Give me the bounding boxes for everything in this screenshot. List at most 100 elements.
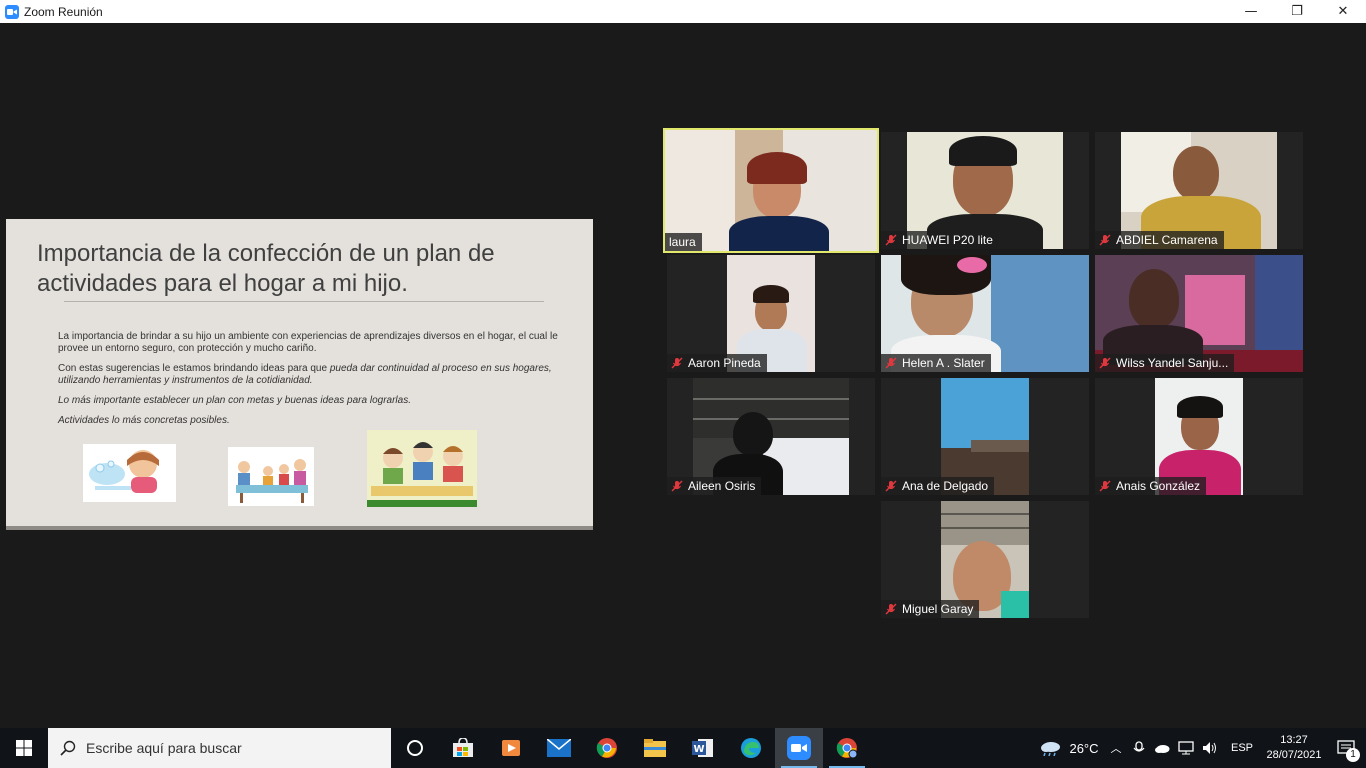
- chrome-icon: [596, 738, 617, 758]
- minimize-button[interactable]: —: [1228, 0, 1274, 23]
- taskbar-media-player[interactable]: [487, 728, 535, 768]
- store-icon: [453, 738, 473, 757]
- slide-text: Con estas sugerencias le estamos brindan…: [58, 363, 330, 374]
- language-label: ESP: [1230, 742, 1253, 754]
- participant-name: Helen A . Slater: [902, 356, 985, 370]
- participant-tile-abdiel[interactable]: ABDIEL Camarena: [1095, 132, 1303, 249]
- participant-tile-miguel[interactable]: Miguel Garay: [881, 501, 1089, 618]
- taskbar-clock[interactable]: 13:27 28/07/2021: [1262, 728, 1326, 768]
- mic-muted-icon: [671, 480, 683, 492]
- tray-onedrive-icon[interactable]: [1150, 728, 1174, 768]
- mic-muted-icon: [885, 357, 897, 369]
- mic-muted-icon: [885, 480, 897, 492]
- mic-muted-icon: [1099, 357, 1111, 369]
- zoom-icon: [787, 736, 811, 760]
- tray-network-icon[interactable]: [1174, 728, 1198, 768]
- file-explorer-icon: [644, 739, 666, 757]
- media-player-icon: [502, 740, 520, 756]
- action-center-button[interactable]: 1: [1326, 728, 1366, 768]
- zoom-app-icon: [5, 4, 19, 19]
- taskbar-edge[interactable]: [727, 728, 775, 768]
- participant-tile-laura[interactable]: laura: [663, 128, 879, 253]
- participant-tile-aileen[interactable]: Aileen Osiris: [667, 378, 875, 495]
- participant-name: Anais González: [1116, 479, 1201, 493]
- participant-name: Miguel Garay: [902, 602, 974, 616]
- tray-language[interactable]: ESP: [1222, 728, 1262, 768]
- weather-widget[interactable]: 26°C: [1034, 728, 1104, 768]
- slide-paragraph: Lo más importante establecer un plan con…: [58, 395, 558, 407]
- system-tray: 26°C ︿ ESP 13:27 28/07/2021 1: [1034, 728, 1366, 768]
- taskbar-file-explorer[interactable]: [631, 728, 679, 768]
- participant-tile-huawei[interactable]: HUAWEI P20 lite: [881, 132, 1089, 249]
- window-controls: — ❐ ✕: [1228, 0, 1366, 23]
- participant-name: Aileen Osiris: [688, 479, 756, 493]
- meeting-area: Importancia de la confección de un plan …: [0, 23, 1366, 728]
- taskbar-chrome[interactable]: [583, 728, 631, 768]
- slide-title: Importancia de la confección de un plan …: [37, 240, 495, 297]
- cortana-icon: [407, 740, 423, 756]
- svg-text:W: W: [693, 744, 704, 755]
- mic-muted-icon: [1099, 234, 1111, 246]
- participant-tile-anais[interactable]: Anais González: [1095, 378, 1303, 495]
- participant-name: laura: [669, 235, 696, 249]
- participant-tile-wilss[interactable]: Wilss Yandel Sanju...: [1095, 255, 1303, 372]
- tray-meeting-icon[interactable]: [1128, 728, 1150, 768]
- slide-illustration-kids-reading: [367, 430, 477, 507]
- clock-time: 13:27: [1280, 734, 1308, 746]
- slide-divider: [64, 301, 544, 302]
- word-icon: W: [692, 739, 713, 757]
- taskbar-word[interactable]: W: [679, 728, 727, 768]
- window-titlebar: Zoom Reunión — ❐ ✕: [0, 0, 1366, 23]
- mail-icon: [547, 739, 571, 757]
- participant-name: Wilss Yandel Sanju...: [1116, 356, 1229, 370]
- mic-muted-icon: [885, 603, 897, 615]
- onedrive-cloud-icon: [1155, 745, 1170, 753]
- volume-icon: [1203, 742, 1216, 754]
- close-button[interactable]: ✕: [1320, 0, 1366, 23]
- taskbar-store[interactable]: [439, 728, 487, 768]
- participant-nameplate: laura: [665, 233, 702, 251]
- taskbar-chrome-profile[interactable]: [823, 728, 871, 768]
- participant-tile-helen[interactable]: Helen A . Slater: [881, 255, 1089, 372]
- window-title: Zoom Reunión: [24, 4, 103, 19]
- cloud-rain-icon: [1041, 742, 1061, 756]
- participant-nameplate: HUAWEI P20 lite: [881, 231, 999, 249]
- participant-tile-ana[interactable]: Ana de Delgado: [881, 378, 1089, 495]
- windows-icon: [16, 740, 32, 756]
- mic-muted-icon: [885, 234, 897, 246]
- taskbar-zoom[interactable]: [775, 728, 823, 768]
- slide-text-italic: Lo más importante establecer un plan con…: [58, 395, 411, 406]
- slide-illustration-family-table: [228, 447, 314, 506]
- participant-nameplate: Helen A . Slater: [881, 354, 991, 372]
- slide-body: La importancia de brindar a su hijo un a…: [58, 331, 558, 435]
- participant-nameplate: Wilss Yandel Sanju...: [1095, 354, 1235, 372]
- camera-mic-icon: [1133, 741, 1145, 752]
- notification-badge: 1: [1346, 748, 1360, 762]
- participant-name: Ana de Delgado: [902, 479, 989, 493]
- network-icon: [1178, 741, 1194, 755]
- slide-illustration-handwashing: [83, 444, 176, 502]
- participant-nameplate: Ana de Delgado: [881, 477, 995, 495]
- tray-volume-icon[interactable]: [1198, 728, 1222, 768]
- clock-date: 28/07/2021: [1266, 749, 1322, 761]
- slide-paragraph: Actividades lo más concretas posibles.: [58, 415, 558, 427]
- participant-nameplate: Aileen Osiris: [667, 477, 762, 495]
- participant-name: ABDIEL Camarena: [1116, 233, 1218, 247]
- slide-paragraph: Con estas sugerencias le estamos brindan…: [58, 363, 558, 387]
- cortana-button[interactable]: [391, 728, 439, 768]
- maximize-button[interactable]: ❐: [1274, 0, 1320, 23]
- taskbar-mail[interactable]: [535, 728, 583, 768]
- participant-nameplate: Miguel Garay: [881, 600, 980, 618]
- taskbar: Escribe aquí para buscar W 26°C ︿ ESP 13…: [0, 728, 1366, 768]
- start-button[interactable]: [0, 728, 48, 768]
- show-hidden-icons-button[interactable]: ︿: [1104, 728, 1128, 768]
- participant-tile-aaron[interactable]: Aaron Pineda: [667, 255, 875, 372]
- participant-name: Aaron Pineda: [688, 356, 761, 370]
- shared-slide: Importancia de la confección de un plan …: [6, 219, 593, 530]
- participant-name: HUAWEI P20 lite: [902, 233, 993, 247]
- mic-muted-icon: [671, 357, 683, 369]
- chrome-profile-icon: [836, 738, 858, 759]
- slide-text-italic: Actividades lo más concretas posibles.: [58, 415, 230, 426]
- participant-nameplate: Aaron Pineda: [667, 354, 767, 372]
- taskbar-search-box[interactable]: Escribe aquí para buscar: [48, 728, 391, 768]
